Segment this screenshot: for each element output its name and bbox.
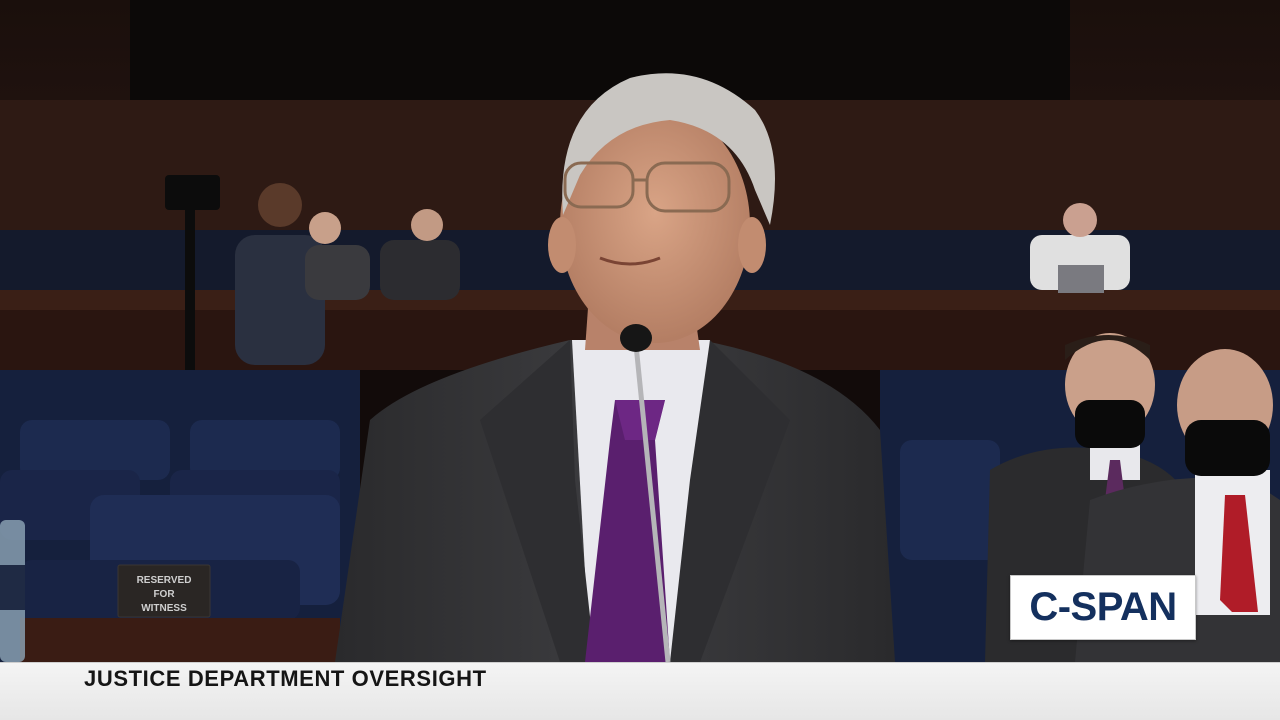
placard-line-1: RESERVED xyxy=(137,575,192,586)
upper-window-band xyxy=(130,0,1070,100)
hearing-room-scene: RESERVED FOR WITNESS xyxy=(0,0,1280,662)
cspan-logo-text: C-SPAN xyxy=(1029,585,1177,629)
water-bottle xyxy=(0,520,25,662)
program-caption: JUSTICE DEPARTMENT OVERSIGHT xyxy=(84,666,487,691)
witness-table xyxy=(20,618,340,662)
placard-line-2: FOR xyxy=(153,589,175,600)
lower-third-banner: JUSTICE DEPARTMENT OVERSIGHT xyxy=(0,662,1280,720)
video-frame: RESERVED FOR WITNESS C-SPAN JUSTICE DEPA… xyxy=(0,0,1280,720)
placard-line-3: WITNESS xyxy=(141,603,187,614)
cspan-logo: C-SPAN xyxy=(1010,575,1196,640)
witness-placard: RESERVED FOR WITNESS xyxy=(117,564,211,618)
